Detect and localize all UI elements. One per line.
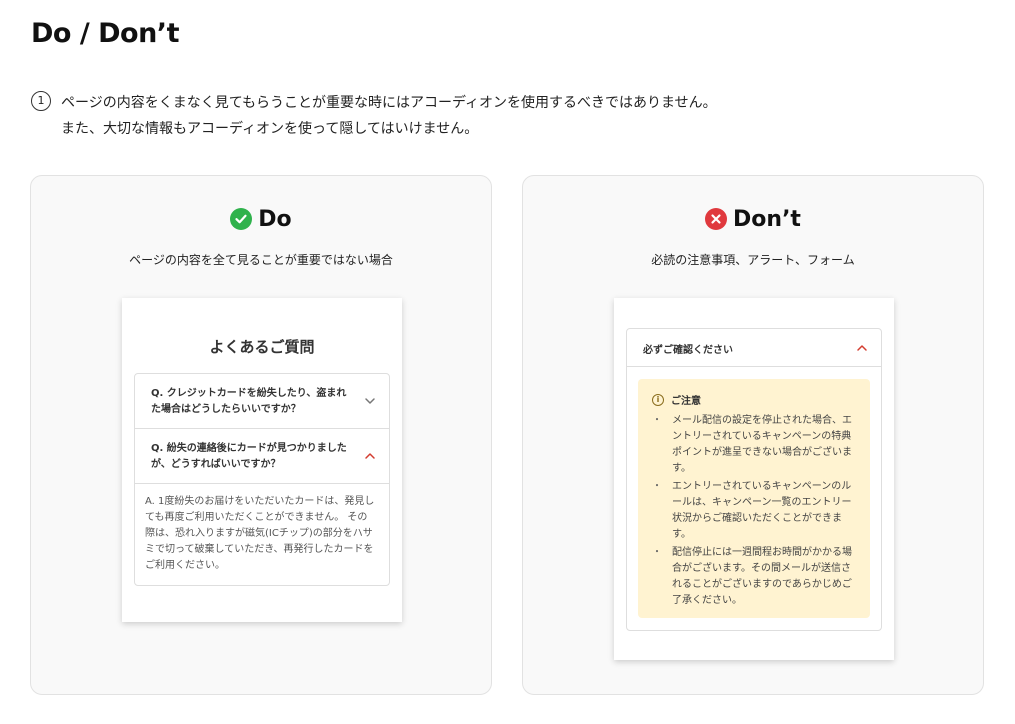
chevron-up-icon: [857, 345, 867, 351]
dont-subtitle: 必読の注意事項、アラート、フォーム: [651, 253, 855, 267]
caution-list: メール配信の設定を停止された場合、エントリーされているキャンペーンの特典ポイント…: [652, 413, 858, 611]
faq-mock-card: よくあるご質問 Q. クレジットカードを紛失したり、盗まれた場合はどうしたらいい…: [122, 298, 402, 622]
notice-mock-card: 必ずご確認ください i ご注意 メール配信の設定を停止された場合、エントリーされ…: [614, 298, 894, 660]
notice-accordion: 必ずご確認ください i ご注意 メール配信の設定を停止された場合、エントリーされ…: [626, 328, 882, 631]
caution-list-item: エントリーされているキャンペーンのルールは、キャンペーン一覧のエントリー状況から…: [652, 479, 858, 543]
faq-accordion: Q. クレジットカードを紛失したり、盗まれた場合はどうしたらいいですか？ Q. …: [134, 373, 390, 586]
faq-question-1-text: Q. クレジットカードを紛失したり、盗まれた場合はどうしたらいいですか？: [151, 388, 347, 415]
check-circle-icon: [230, 208, 253, 230]
chevron-up-icon: [365, 453, 375, 459]
page-title: Do / Don’t: [31, 18, 179, 49]
caution-list-item: 配信停止には一週間程お時間がかかる場合がございます。その間メールが送信されること…: [652, 545, 858, 609]
caution-alert: i ご注意 メール配信の設定を停止された場合、エントリーされているキャンペーンの…: [638, 379, 870, 618]
faq-question-2[interactable]: Q. 紛失の連絡後にカードが見つかりましたが、どうすればいいですか？: [135, 429, 389, 484]
note-number-badge: 1: [31, 91, 51, 111]
faq-question-1[interactable]: Q. クレジットカードを紛失したり、盗まれた場合はどうしたらいいですか？: [135, 374, 389, 429]
faq-answer-2-text: A. 1度紛失のお届けをいただいたカードは、発見しても再度ご利用いただくことがで…: [145, 496, 375, 571]
do-panel: Do ページの内容を全て見ることが重要ではない場合 よくあるご質問 Q. クレジ…: [30, 175, 492, 695]
note-text-line-1: ページの内容をくまなく見てもらうことが重要な時にはアコーディオンを使用するべきで…: [61, 95, 717, 111]
caution-alert-title-text: ご注意: [671, 396, 701, 407]
chevron-down-icon: [365, 398, 375, 404]
faq-answer-2: A. 1度紛失のお届けをいただいたカードは、発見しても再度ご利用いただくことがで…: [135, 484, 389, 585]
caution-list-item: メール配信の設定を停止された場合、エントリーされているキャンペーンの特典ポイント…: [652, 413, 858, 477]
caution-alert-title: i ご注意: [652, 392, 701, 407]
dont-panel: Don’t 必読の注意事項、アラート、フォーム 必ずご確認ください i ご注意 …: [522, 175, 984, 695]
notice-accordion-header[interactable]: 必ずご確認ください: [627, 329, 881, 367]
dont-heading: Don’t: [733, 206, 801, 232]
faq-title: よくあるご質問: [209, 338, 315, 356]
do-heading: Do: [258, 206, 292, 232]
do-panel-header: Do: [31, 204, 491, 234]
dont-panel-header: Don’t: [523, 204, 983, 234]
x-circle-icon: [705, 208, 728, 230]
faq-question-2-text: Q. 紛失の連絡後にカードが見つかりましたが、どうすればいいですか？: [151, 443, 347, 470]
info-icon: i: [652, 393, 664, 406]
notice-accordion-title: 必ずご確認ください: [643, 345, 733, 356]
do-subtitle: ページの内容を全て見ることが重要ではない場合: [129, 253, 393, 267]
note-text-line-2: また、大切な情報もアコーディオンを使って隠してはいけません。: [61, 121, 479, 137]
